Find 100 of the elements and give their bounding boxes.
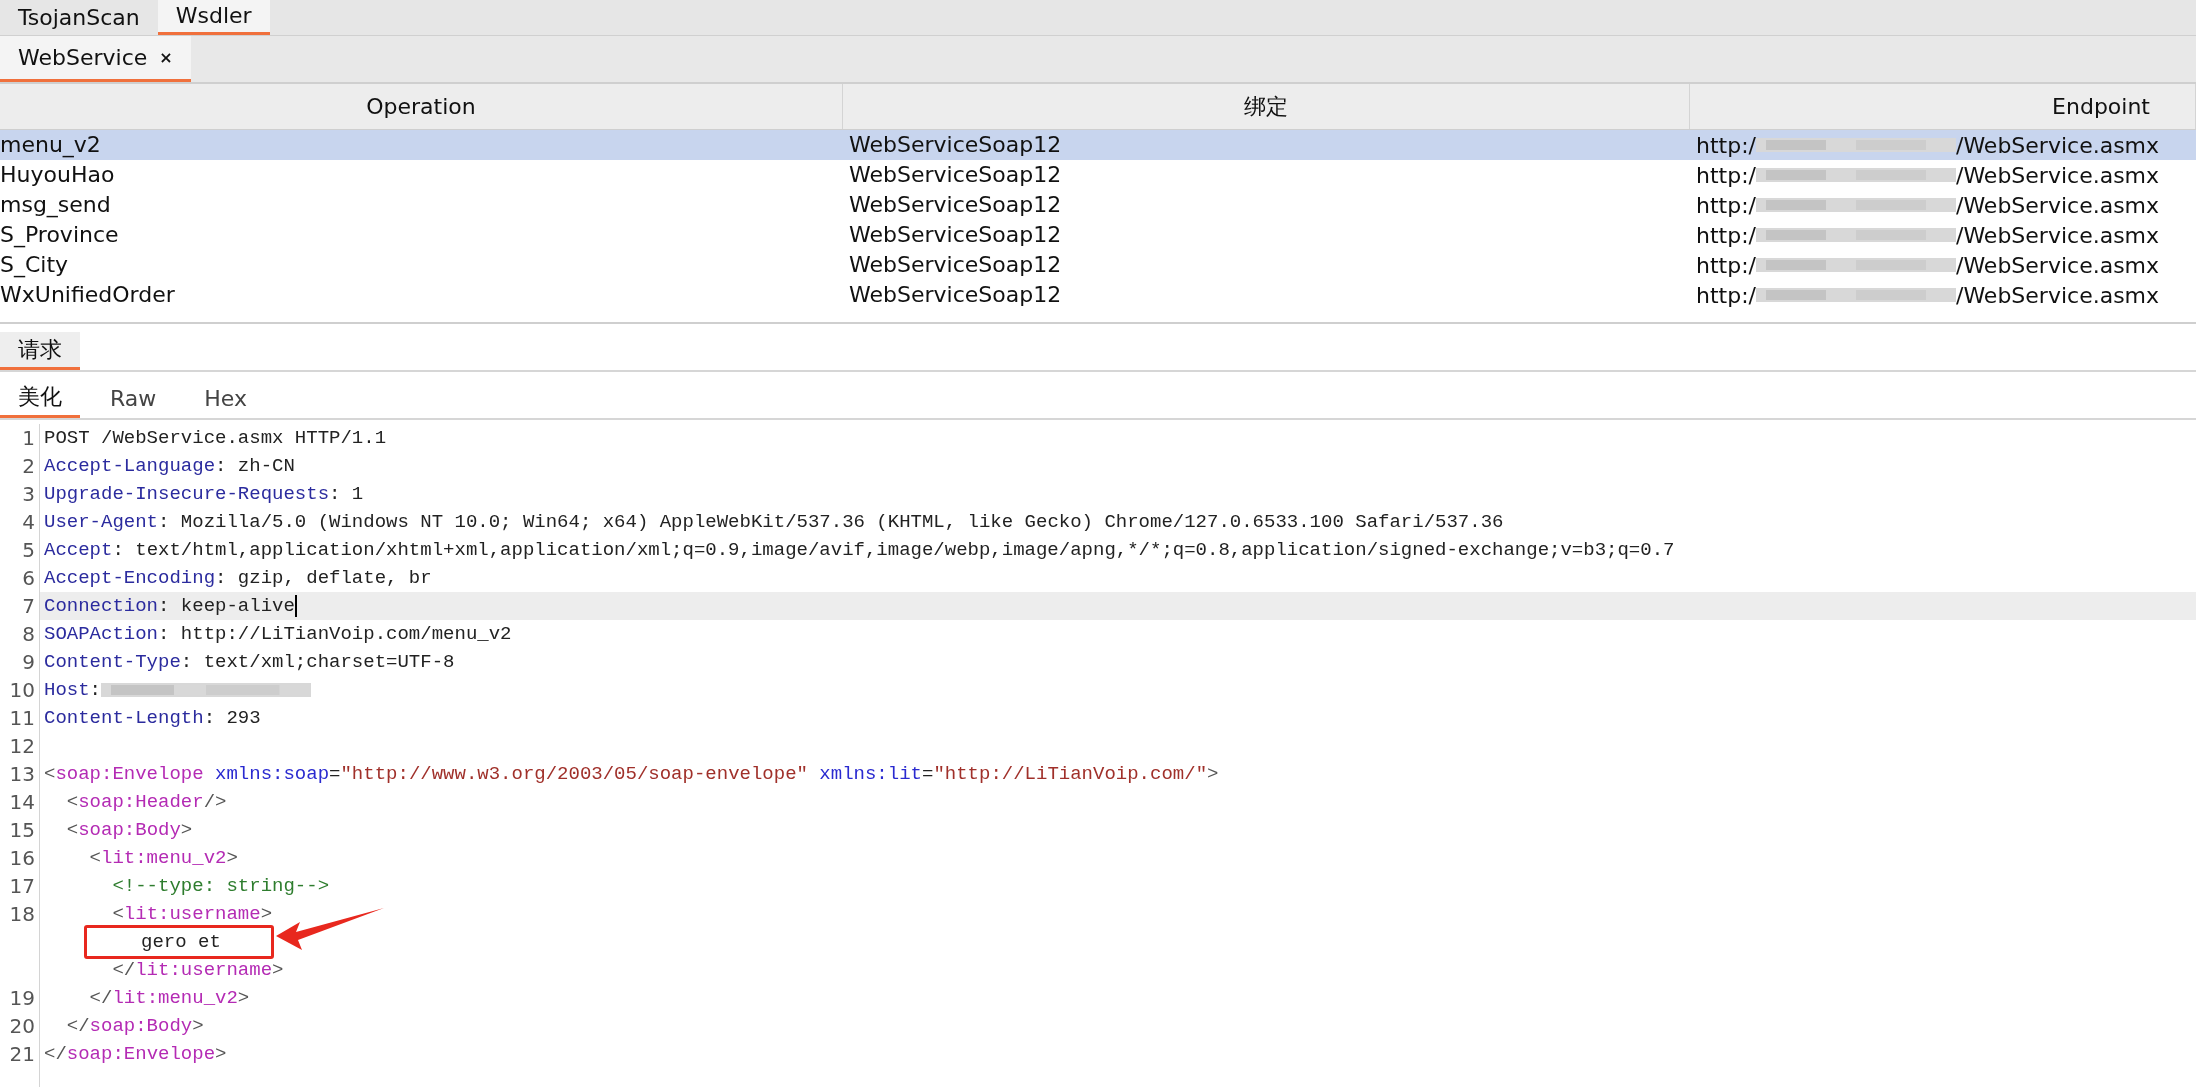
table-cell-text: /WebService.asmx [1956,191,2160,220]
line-number: 20 [9,1014,35,1038]
code-text: > [260,902,273,927]
code-text: </ [111,958,136,983]
code-text: "http://LiTianVoip.com/" [933,762,1208,787]
line-number: 17 [9,874,35,898]
line-number: 8 [22,622,35,646]
view-tab[interactable]: Raw [92,378,175,418]
code-text: Content-Type [44,650,181,675]
table-cell-text: S_City [0,251,70,280]
view-tab[interactable]: Hex [186,378,265,418]
app-tab[interactable]: Wsdler [157,0,270,35]
table-cell-text: S_Province [0,221,120,250]
line-number: 5 [22,538,35,562]
table-cell-text: HuyouHao [0,161,116,189]
code-text: > [226,846,238,871]
line-number: 15 [9,818,35,842]
line-number: 3 [22,482,35,506]
code-text: : gzip, deflate, br [215,566,432,591]
code-text: </ [88,986,113,1011]
line-number: 2 [22,454,35,478]
table-cell-text: WebServiceSoap12 [848,281,1063,309]
table-cell-text: /WebService.asmx [1956,281,2160,310]
code-text: : text/html,application/xhtml+xml,application/xml;q=0.9,image/avif,image/webp,image/apng,*/*;q=0.8,application/signed-exchange;v=b3;q=0.7 [112,538,1675,563]
code-text: : keep-alive [158,594,295,619]
line-number: 11 [9,706,35,730]
code-text: </ [65,1014,90,1039]
code-text: < [65,790,79,815]
line-number: 21 [9,1042,35,1066]
view-tab[interactable]: 美化 [0,378,80,418]
code-text: : [89,678,101,703]
code-text: User-Agent [44,510,159,535]
line-number: 16 [9,846,35,870]
table-cell-text: /WebService.asmx [1956,131,2160,160]
code-text: > [192,1014,204,1039]
line-number: 19 [9,986,35,1010]
line-number: 10 [9,678,35,702]
table-cell-text: /WebService.asmx [1956,251,2160,280]
line-number: 4 [22,510,35,534]
table-row[interactable]: menu_v2 WebServiceSoap12 http:/ /WebService.asmx [0,130,2196,160]
table-cell-text: http:/ [1696,221,1756,250]
line-number: 6 [22,566,35,590]
code-text: = [329,762,341,787]
code-text: Content-Length [44,706,204,731]
table-cell-text: WebServiceSoap12 [848,131,1063,159]
code-text: Host [44,678,90,703]
code-text: Upgrade-Insecure-Requests [44,482,330,507]
line-number: 12 [9,734,35,758]
document-tab[interactable]: WebService × [0,36,191,82]
code-text: : http://LiTianVoip.com/menu_v2 [158,622,512,647]
code-text: > [237,986,250,1011]
code-text: = [922,762,934,787]
table-cell-text: WebServiceSoap12 [848,221,1063,249]
table-cell-text: http:/ [1696,251,1756,280]
table-cell-text: menu_v2 [0,131,102,160]
code-text: <!--type: string--> [111,874,330,899]
code-text: soap:Envelope [55,762,204,787]
code-text: xmlns:soap [214,762,330,787]
code-text: Connection [44,594,159,619]
line-number: 14 [9,790,35,814]
app-tab[interactable]: TsojanScan [0,0,158,35]
code-text: > [180,818,193,843]
line-number: 13 [9,762,35,786]
code-text: soap:Header [78,790,204,815]
code-text: /> [203,790,227,815]
code-text: "http://www.w3.org/2003/05/soap-envelope" [340,762,808,787]
code-text: POST /WebService.asmx HTTP/1.1 [44,426,387,451]
code-text: : zh-CN [215,454,295,479]
code-text: SOAPAction [44,622,159,647]
text-cursor [294,595,297,617]
line-number: 1 [22,426,35,450]
line-number: 9 [22,650,35,674]
close-button[interactable]: × [159,45,173,70]
code-text: > [1207,762,1219,787]
column-header[interactable]: Operation [0,84,843,129]
code-text: lit:username [135,958,273,983]
code-text: xmlns:lit [818,762,922,787]
column-header[interactable]: Endpoint [1690,84,2196,129]
line-number: 18 [9,902,35,926]
code-text: < [111,902,124,927]
table-cell-text: http:/ [1696,161,1756,190]
code-text: : Mozilla/5.0 (Windows NT 10.0; Win64; x64) AppleWebKit/537.36 (KHTML, like Gecko) Chrome/127.0.6533.100 Safari/537.36 [158,510,1504,535]
code-text: lit:username [123,902,261,927]
code-text: </ [44,1042,67,1067]
code-text: : text/xml;charset=UTF-8 [180,650,455,675]
code-text: Accept [44,538,113,563]
column-header[interactable]: 绑定 [843,84,1690,129]
table-cell-text: WebServiceSoap12 [848,161,1063,189]
code-text: : 293 [203,706,261,731]
code-text: soap:Envelope [66,1042,216,1067]
table-cell-text: WebServiceSoap12 [848,251,1063,279]
code-text: gero et [141,930,221,955]
code-text: > [272,958,284,983]
panel-tab[interactable]: 请求 [0,332,80,370]
code-text: : 1 [329,482,364,507]
table-cell-text: WebServiceSoap12 [848,191,1063,219]
code-text: lit:menu_v2 [112,986,238,1011]
line-number: 7 [22,594,35,618]
table-cell-text: http:/ [1696,131,1756,160]
table-cell-text: http:/ [1696,281,1756,310]
